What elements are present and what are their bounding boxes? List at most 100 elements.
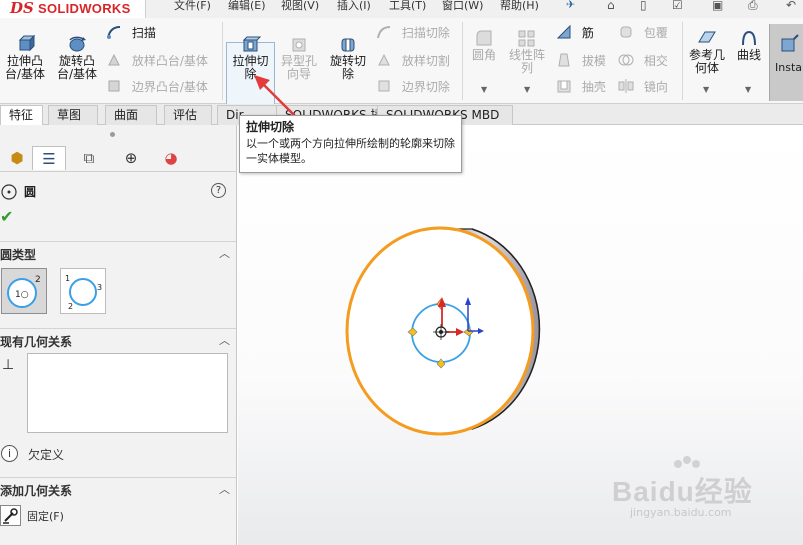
configuration-manager-tab-icon[interactable]: ⧉ <box>72 146 106 170</box>
intersect-button[interactable]: 相交 <box>618 52 668 70</box>
logo-wordmark: SOLIDWORKS <box>38 1 131 16</box>
menu-tools[interactable]: 工具(T) <box>389 0 426 13</box>
dimxpert-tab-icon[interactable]: ⊕ <box>114 146 148 170</box>
extrude-cut-label: 拉伸切 除 <box>232 54 269 81</box>
extrude-cut-tooltip: 拉伸切除 以一个或两个方向拉伸所绘制的轮廓来切除一实体模型。 <box>239 115 462 173</box>
ok-checkmark-icon[interactable]: ✔ <box>0 207 13 226</box>
rib-icon <box>556 24 571 39</box>
display-manager-tab-icon[interactable]: ◕ <box>154 146 188 170</box>
fillet-dropdown-icon[interactable]: ▼ <box>481 85 487 94</box>
wrap-button[interactable]: 包覆 <box>618 24 668 42</box>
loft-boss-button[interactable]: 放样凸台/基体 <box>106 52 208 70</box>
extrude-cut-button[interactable]: 拉伸切 除 <box>227 34 274 81</box>
collapse-chevron-icon[interactable]: ︿ <box>219 481 230 497</box>
extrude-cut-icon <box>242 36 261 52</box>
circle-type-heading: 圆类型 <box>0 248 37 262</box>
revolve-cut-icon <box>341 38 355 52</box>
property-manager-title: 圆 <box>24 185 37 199</box>
center-circle-icon: 1○ 2 <box>7 275 41 308</box>
lofted-cut-button[interactable]: 放样切割 <box>376 52 450 70</box>
new-document-icon[interactable]: ▯ <box>640 0 647 12</box>
circle-type-section-header[interactable]: 圆类型 ︿ <box>0 241 236 265</box>
wrap-label: 包覆 <box>643 26 668 40</box>
loft-boss-label: 放样凸台/基体 <box>131 54 208 68</box>
fix-relation-button[interactable] <box>0 505 21 526</box>
revolve-cut-button[interactable]: 旋转切 除 <box>326 34 370 81</box>
svg-text:3: 3 <box>97 283 102 292</box>
extrude-boss-button[interactable]: 拉伸凸 台/基体 <box>2 34 48 81</box>
swept-cut-button[interactable]: 扫描切除 <box>376 24 450 42</box>
menu-bar: DS SOLIDWORKS 文件(F) 编辑(E) 视图(V) 插入(I) 工具… <box>0 0 803 18</box>
panel-tab-strip: ⬢ ☰ ⧉ ⊕ ◕ <box>0 144 237 172</box>
draft-button[interactable]: 拔模 <box>556 52 606 70</box>
tab-sketch[interactable]: 草图 <box>48 105 98 125</box>
fillet-button[interactable]: 圆角 <box>466 28 502 62</box>
perimeter-circle-icon: 1 3 2 <box>65 274 102 311</box>
collapse-chevron-icon[interactable]: ︿ <box>219 332 230 348</box>
definition-status-text: 欠定义 <box>28 448 65 462</box>
shell-button[interactable]: 抽壳 <box>556 78 606 96</box>
wrap-icon <box>620 26 632 38</box>
solidworks-logo[interactable]: DS SOLIDWORKS <box>0 0 146 18</box>
print-icon[interactable]: ⎙ <box>748 0 758 13</box>
tab-features[interactable]: 特征 <box>0 105 43 125</box>
tab-evaluate[interactable]: 评估 <box>164 105 212 125</box>
boundary-cut-icon <box>378 80 390 92</box>
intersect-icon <box>618 54 634 66</box>
sweep-button[interactable]: 扫描 <box>106 24 156 42</box>
menu-help[interactable]: 帮助(H) <box>500 0 539 13</box>
tab-surfaces[interactable]: 曲面 <box>105 105 157 125</box>
menu-view[interactable]: 视图(V) <box>281 0 319 13</box>
instant3d-icon <box>781 34 799 52</box>
menu-window[interactable]: 窗口(W) <box>442 0 483 13</box>
home-icon[interactable]: ⌂ <box>607 0 615 12</box>
curves-dropdown-icon[interactable]: ▼ <box>745 85 751 94</box>
existing-relations-section-header[interactable]: 现有几何关系 ︿ <box>0 328 236 352</box>
menu-file[interactable]: 文件(F) <box>174 0 211 13</box>
pin-icon[interactable]: ✈ <box>566 0 575 11</box>
reference-geometry-button[interactable]: 参考几 何体 <box>685 28 729 75</box>
linear-pattern-button[interactable]: 线性阵 列 <box>505 28 549 75</box>
panel-grip-handle[interactable] <box>110 132 115 137</box>
menu-edit[interactable]: 编辑(E) <box>228 0 266 13</box>
reference-dropdown-icon[interactable]: ▼ <box>703 85 709 94</box>
mirror-button[interactable]: 镜向 <box>618 78 668 96</box>
undo-icon[interactable]: ↶ <box>786 0 796 12</box>
hole-wizard-label: 异型孔 向导 <box>280 54 317 81</box>
help-icon[interactable]: ? <box>211 183 226 198</box>
linear-pattern-label: 线性阵 列 <box>508 48 545 75</box>
rib-button[interactable]: 筋 <box>556 24 594 42</box>
revolve-boss-label: 旋转凸 台/基体 <box>56 54 98 81</box>
save-icon[interactable]: ▣ <box>712 0 723 12</box>
revolve-boss-button[interactable]: 旋转凸 台/基体 <box>54 34 100 81</box>
fix-anchor-icon <box>3 508 18 524</box>
property-manager-tab-icon[interactable]: ☰ <box>32 146 66 170</box>
loft-icon <box>108 53 120 66</box>
instant3d-button[interactable]: Instan <box>769 24 803 101</box>
center-radius-circle-button[interactable]: 1○ 2 <box>1 268 47 314</box>
curves-button[interactable]: 曲线 <box>732 28 766 62</box>
options-check-icon[interactable]: ☑ <box>672 0 683 12</box>
linear-pattern-icon <box>518 30 535 47</box>
existing-relations-list[interactable] <box>27 353 228 433</box>
boundary-cut-button[interactable]: 边界切除 <box>376 78 450 96</box>
property-manager-panel: ⬢ ☰ ⧉ ⊕ ◕ 圆 ? ✔ 圆类型 ︿ 1○ 2 1 3 2 现有几何关系 ︿ ⊥… <box>0 125 237 545</box>
sweep-label: 扫描 <box>131 26 156 40</box>
fix-relation-label: 固定(F) <box>27 510 64 523</box>
lofted-cut-label: 放样切割 <box>401 54 450 68</box>
tooltip-description: 以一个或两个方向拉伸所绘制的轮廓来切除一实体模型。 <box>246 137 455 165</box>
intersect-label: 相交 <box>643 54 668 68</box>
swept-cut-label: 扫描切除 <box>401 26 450 40</box>
curves-label: 曲线 <box>736 48 761 62</box>
svg-text:2: 2 <box>35 275 41 285</box>
svg-text:1○: 1○ <box>15 290 29 300</box>
collapse-chevron-icon[interactable]: ︿ <box>219 245 230 261</box>
add-relations-section-header[interactable]: 添加几何关系 ︿ <box>0 477 236 501</box>
perimeter-circle-button[interactable]: 1 3 2 <box>60 268 106 314</box>
pattern-dropdown-icon[interactable]: ▼ <box>524 85 530 94</box>
feature-manager-tab-icon[interactable]: ⬢ <box>0 146 34 170</box>
boundary-boss-button[interactable]: 边界凸台/基体 <box>106 78 208 96</box>
boundary-cut-label: 边界切除 <box>401 80 450 94</box>
menu-insert[interactable]: 插入(I) <box>337 0 371 13</box>
hole-wizard-button[interactable]: 异型孔 向导 <box>278 34 320 81</box>
